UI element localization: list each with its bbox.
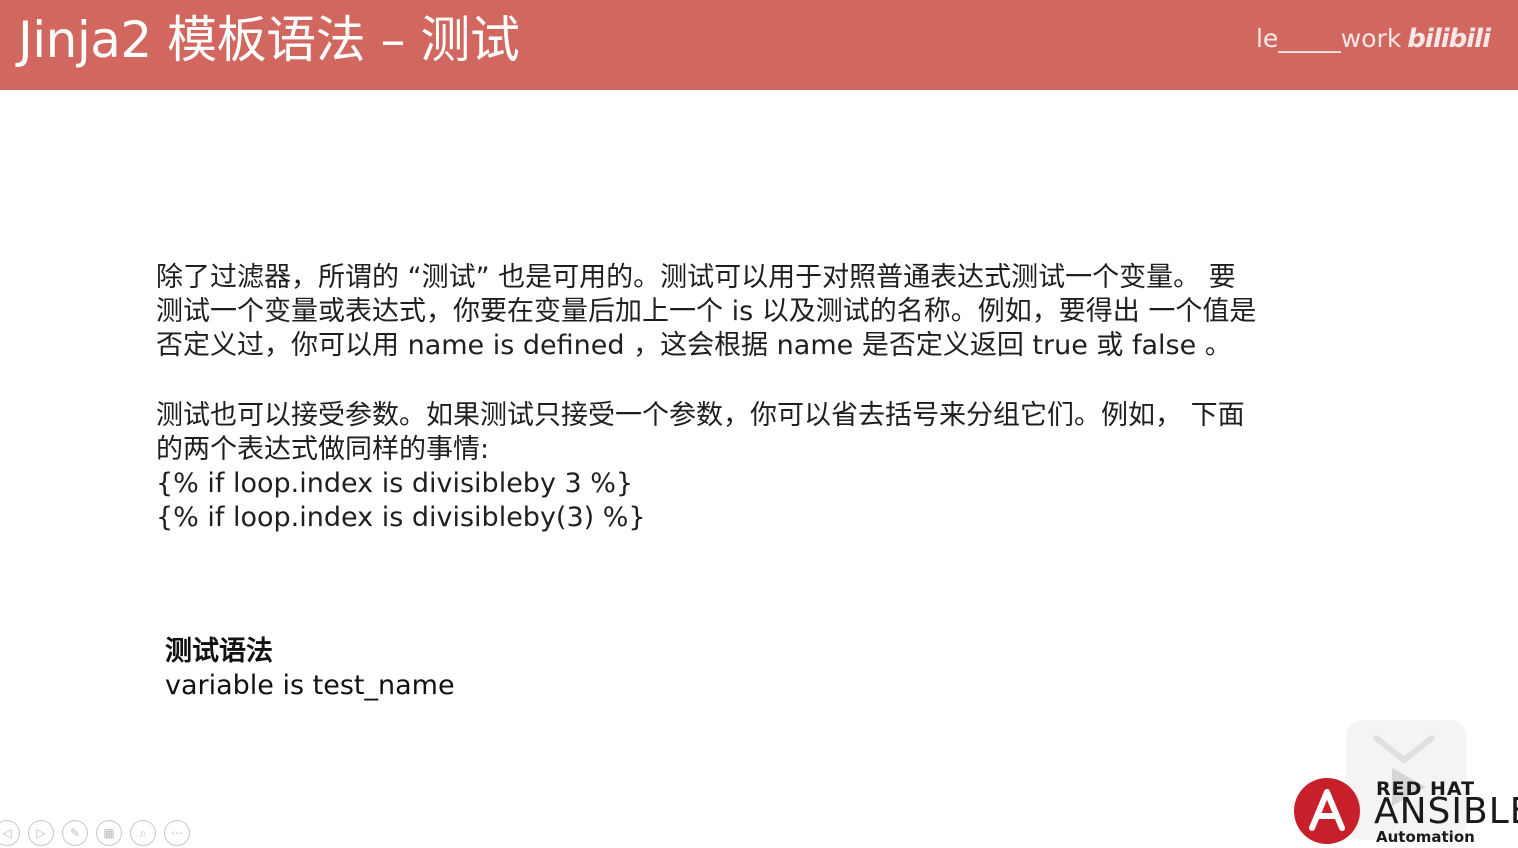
- title-bar: Jinja2 模板语法 – 测试 le_____work bilibili: [0, 0, 1518, 90]
- zoom-icon[interactable]: ⌕: [130, 820, 156, 846]
- paragraph-tests-intro: 除了过滤器，所谓的 “测试” 也是可用的。测试可以用于对照普通表达式测试一个变量…: [156, 261, 1336, 363]
- code-line: {% if loop.index is divisibleby(3) %}: [156, 502, 646, 533]
- text-line: 否定义过，你可以用 name is defined ，这会根据 name 是否定…: [156, 330, 1232, 361]
- slides-icon[interactable]: ▦: [96, 820, 122, 846]
- next-icon[interactable]: ▷: [28, 820, 54, 846]
- more-icon[interactable]: ⋯: [164, 820, 190, 846]
- slide-title: Jinja2 模板语法 – 测试: [18, 11, 520, 69]
- pen-icon[interactable]: ✎: [62, 820, 88, 846]
- watermark-user: le_____work: [1255, 24, 1402, 53]
- bilibili-logo: bilibili: [1407, 24, 1491, 54]
- text-line: 除了过滤器，所谓的 “测试” 也是可用的。测试可以用于对照普通表达式测试一个变量…: [156, 262, 1236, 293]
- prev-icon[interactable]: ◁: [0, 820, 20, 846]
- paragraph-tests-arguments: 测试也可以接受参数。如果测试只接受一个参数，你可以省去括号来分组它们。例如， 下…: [156, 399, 1336, 535]
- video-watermark: le_____work bilibili: [1255, 24, 1491, 54]
- ansible-a-icon: [1294, 778, 1360, 844]
- logo-line-ansible: ANSIBLE: [1374, 791, 1518, 832]
- syntax-heading: 测试语法: [165, 636, 273, 667]
- text-line: 测试一个变量或表达式，你要在变量后加上一个 is 以及测试的名称。例如，要得出 …: [156, 296, 1257, 327]
- text-line: 的两个表达式做同样的事情:: [156, 434, 490, 465]
- slideshow-controls: ◁ ▷ ✎ ▦ ⌕ ⋯: [0, 820, 190, 848]
- code-line: {% if loop.index is divisibleby 3 %}: [156, 468, 634, 499]
- syntax-example: variable is test_name: [165, 670, 455, 701]
- logo-line-automation: Automation: [1376, 828, 1475, 846]
- ansible-logo: RED HAT ANSIBLE Automation: [1294, 776, 1518, 848]
- text-line: 测试也可以接受参数。如果测试只接受一个参数，你可以省去括号来分组它们。例如， 下…: [156, 400, 1245, 431]
